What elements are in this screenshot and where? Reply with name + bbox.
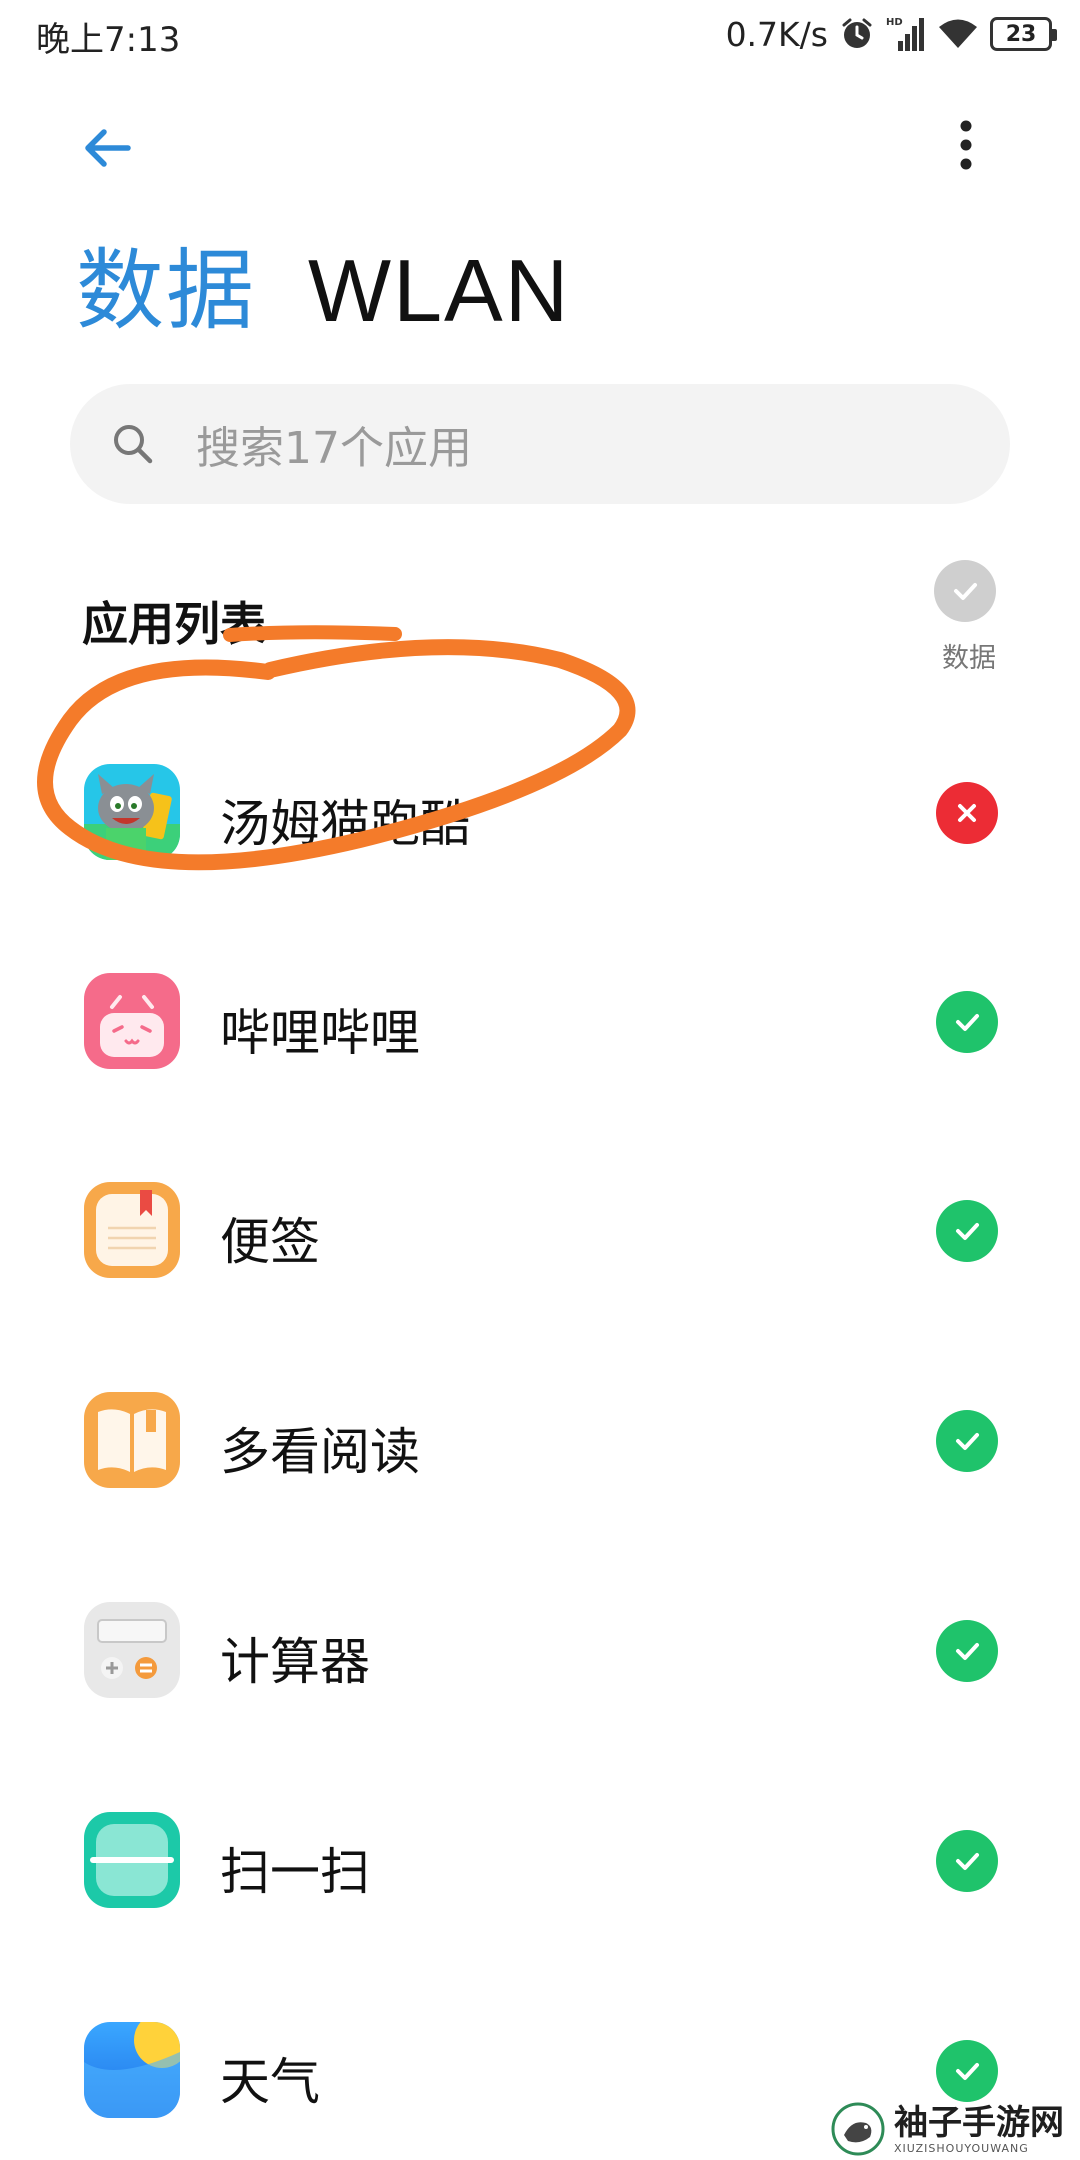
search-icon: [114, 425, 153, 464]
app-name: 哔哩哔哩: [220, 1004, 420, 1062]
app-list-title: 应用列表: [82, 597, 266, 651]
data-access-toggle[interactable]: [936, 1830, 998, 1892]
app-row[interactable]: 多看阅读: [0, 1340, 1080, 1490]
app-name: 计算器: [220, 1633, 370, 1691]
close-icon: [936, 782, 998, 844]
network-speed: 0.7K/s: [725, 14, 828, 54]
app-data-usage-screen: 晚上7:13 0.7K/s HD 23 数据 WLAN 搜索17个应用 应用列表…: [0, 0, 1080, 2160]
back-arrow-icon: [85, 129, 131, 167]
alarm-icon: [840, 17, 874, 51]
tab-bar: 数据 WLAN: [76, 236, 570, 346]
data-access-toggle[interactable]: [936, 2040, 998, 2102]
app-name: 天气: [220, 2053, 320, 2111]
app-name: 汤姆猫跑酷: [220, 795, 470, 853]
app-row[interactable]: 计算器: [0, 1550, 1080, 1700]
wifi-icon: [938, 18, 978, 50]
status-time: 晚上7:13: [36, 20, 181, 60]
checkmark-icon: [936, 1830, 998, 1892]
app-row[interactable]: 扫一扫: [0, 1760, 1080, 1910]
watermark-logo: [831, 2102, 885, 2156]
more-vertical-icon: [960, 120, 972, 170]
weather-icon: [84, 2022, 180, 2118]
status-icons: 0.7K/s HD 23: [725, 10, 1057, 58]
back-button[interactable]: [78, 118, 148, 178]
tab-wlan[interactable]: WLAN: [308, 236, 570, 346]
data-access-toggle[interactable]: [936, 1200, 998, 1262]
svg-text:HD: HD: [886, 17, 903, 28]
calculator-icon: [84, 1602, 180, 1698]
watermark-text: 袖子手游网: [894, 2102, 1064, 2143]
notes-icon: [84, 1182, 180, 1278]
search-input[interactable]: 搜索17个应用: [70, 384, 1010, 504]
select-all-toggle[interactable]: [934, 560, 1002, 622]
app-name: 多看阅读: [220, 1423, 420, 1481]
battery-level: 23: [1005, 21, 1037, 47]
checkmark-icon: [936, 2040, 998, 2102]
app-row[interactable]: 便签: [0, 1130, 1080, 1280]
app-row[interactable]: 汤姆猫跑酷: [0, 712, 1080, 862]
app-name: 扫一扫: [220, 1843, 370, 1901]
tab-data[interactable]: 数据: [76, 236, 256, 346]
battery-icon: 23: [990, 17, 1057, 51]
talking-tom-icon: [84, 764, 180, 860]
checkmark-icon: [936, 1410, 998, 1472]
checkmark-icon: [934, 560, 996, 622]
data-access-toggle[interactable]: [936, 1620, 998, 1682]
app-row[interactable]: 哔哩哔哩: [0, 921, 1080, 1071]
watermark-subtext: XIUZISHOUYOUWANG: [894, 2141, 1029, 2155]
search-placeholder: 搜索17个应用: [196, 423, 472, 474]
watermark: 袖子手游网 XIUZISHOUYOUWANG: [830, 2098, 1080, 2160]
more-options-button[interactable]: [948, 112, 984, 182]
checkmark-icon: [936, 1620, 998, 1682]
bilibili-icon: [84, 973, 180, 1069]
signal-hd-icon: HD: [886, 15, 926, 53]
data-access-toggle[interactable]: [936, 782, 998, 844]
checkmark-icon: [936, 991, 998, 1053]
data-access-toggle[interactable]: [936, 1410, 998, 1472]
status-bar: 晚上7:13 0.7K/s HD 23: [0, 0, 1080, 68]
checkmark-icon: [936, 1200, 998, 1262]
app-name: 便签: [220, 1213, 320, 1271]
data-column-label: 数据: [942, 643, 996, 674]
data-access-toggle[interactable]: [936, 991, 998, 1053]
duokan-reader-icon: [84, 1392, 180, 1488]
scanner-icon: [84, 1812, 180, 1908]
